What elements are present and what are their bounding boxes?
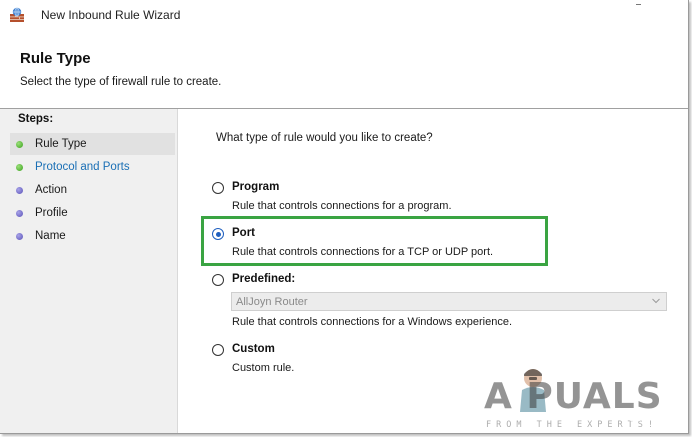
steps-heading: Steps: (18, 113, 54, 125)
step-complete-icon (16, 163, 23, 171)
step-label: Protocol and Ports (35, 161, 130, 173)
option-title[interactable]: Custom (232, 343, 275, 355)
step-pending-icon (16, 209, 23, 217)
step-protocol-and-ports[interactable]: Protocol and Ports (10, 156, 175, 178)
predefined-radio[interactable] (212, 274, 224, 286)
option-description: Custom rule. (232, 362, 295, 374)
program-radio[interactable] (212, 182, 224, 194)
predefined-dropdown[interactable]: AllJoyn Router (231, 292, 667, 311)
step-profile[interactable]: Profile (10, 202, 175, 224)
step-action[interactable]: Action (10, 179, 175, 201)
step-label: Action (35, 184, 67, 196)
steps-panel: Steps: Rule Type Protocol and Ports Acti… (0, 109, 178, 433)
dropdown-value: AllJoyn Router (236, 296, 308, 308)
step-complete-icon (16, 140, 23, 148)
firewall-app-icon (10, 7, 24, 22)
step-label: Name (35, 230, 66, 242)
custom-radio[interactable] (212, 344, 224, 356)
title-bar: New Inbound Rule Wizard (0, 0, 688, 30)
step-rule-type[interactable]: Rule Type (10, 133, 175, 155)
chevron-down-icon (652, 298, 660, 304)
step-label: Rule Type (35, 138, 87, 150)
option-title[interactable]: Program (232, 181, 279, 193)
option-title[interactable]: Predefined: (232, 273, 295, 285)
step-label: Profile (35, 207, 68, 219)
minimize-button[interactable] (636, 4, 641, 5)
option-description: Rule that controls connections for a pro… (232, 200, 452, 212)
rule-type-question: What type of rule would you like to crea… (216, 132, 433, 144)
option-description: Rule that controls connections for a TCP… (232, 246, 494, 258)
step-name[interactable]: Name (10, 225, 175, 247)
site-watermark: wsxdn.com (620, 410, 681, 424)
selection-highlight-box (201, 216, 548, 266)
port-radio[interactable] (212, 228, 224, 240)
step-pending-icon (16, 186, 23, 194)
window-title: New Inbound Rule Wizard (41, 8, 181, 22)
step-pending-icon (16, 232, 23, 240)
wizard-header: Rule Type Select the type of firewall ru… (0, 30, 688, 108)
appuals-watermark: A PUALS FROM THE EXPERTS! (480, 368, 680, 434)
option-title[interactable]: Port (232, 227, 255, 239)
page-subtitle: Select the type of firewall rule to crea… (20, 76, 222, 88)
page-title: Rule Type (20, 50, 91, 67)
option-description: Rule that controls connections for a Win… (232, 316, 513, 328)
